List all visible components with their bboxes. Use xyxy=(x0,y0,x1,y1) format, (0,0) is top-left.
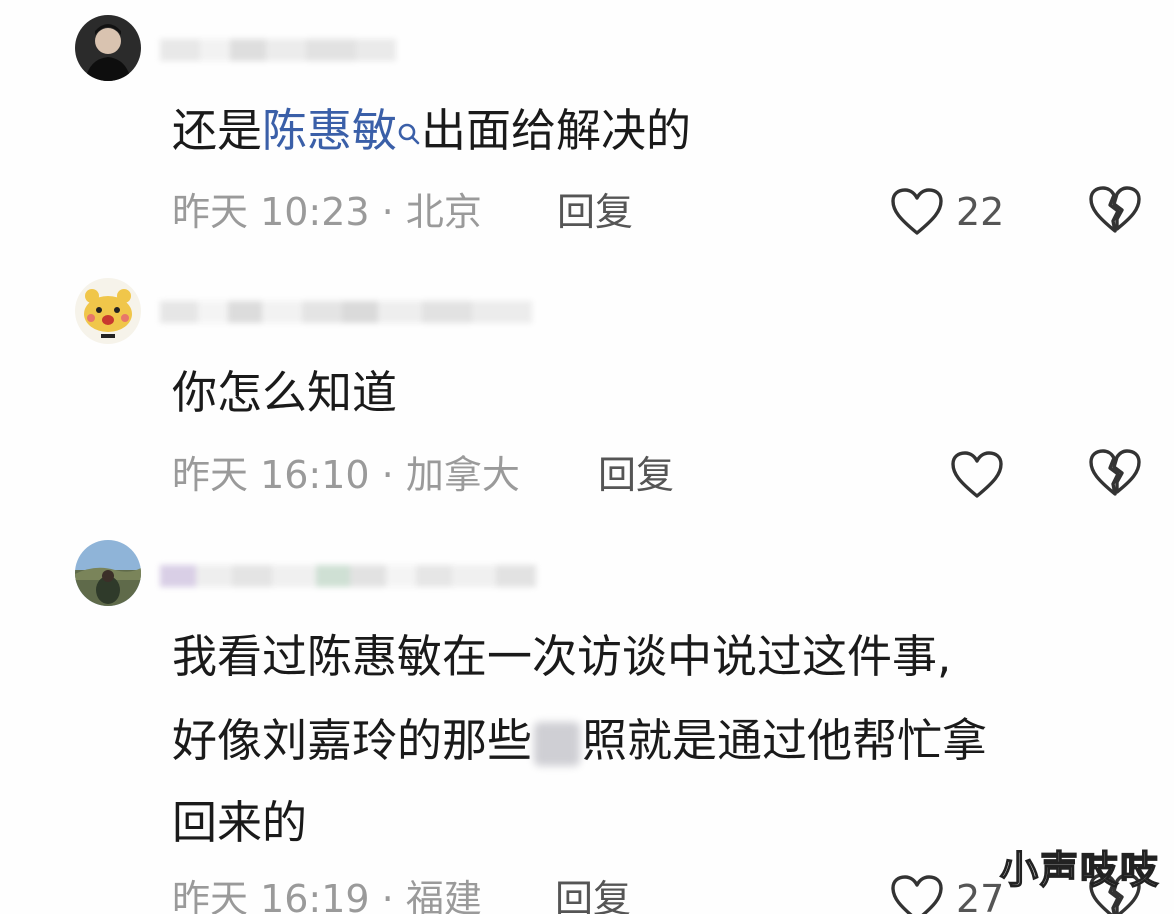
comment-text-line: 回来的 xyxy=(172,796,308,849)
comment-list-screen: 还是陈惠敏 出面给解决的 昨天 10:23 · 北京 回复 22 你怎么知道 昨… xyxy=(0,0,1174,914)
like-button[interactable]: 27 xyxy=(890,872,1004,914)
comment-meta: 昨天 16:19 · 福建 xyxy=(172,877,482,914)
avatar[interactable] xyxy=(75,278,141,344)
heart-icon xyxy=(891,875,943,914)
comment-text: 你怎么知道 xyxy=(172,366,398,419)
comment-text-line: 好像刘嘉玲的那些 照就是通过他帮忙拿 xyxy=(172,706,987,775)
comment-text-part: 出面给解决的 xyxy=(421,104,692,157)
comment-text-part: 好像刘嘉玲的那些 xyxy=(172,714,533,767)
comment-meta: 昨天 16:10 · 加拿大 xyxy=(172,453,520,497)
search-icon xyxy=(397,100,421,145)
heart-icon xyxy=(951,451,1003,498)
dislike-button[interactable] xyxy=(1088,448,1142,502)
username-redacted xyxy=(160,292,532,332)
username-redacted xyxy=(160,30,396,70)
keyword-link[interactable]: 陈惠敏 xyxy=(262,104,421,157)
avatar[interactable] xyxy=(75,15,141,81)
like-button[interactable] xyxy=(950,448,1004,502)
dislike-button[interactable] xyxy=(1088,185,1142,239)
comment-text-part: 还是 xyxy=(172,104,263,157)
like-count: 22 xyxy=(956,190,1005,234)
username-redacted xyxy=(160,556,536,596)
broken-heart-icon xyxy=(1089,186,1141,233)
comment-text-line: 我看过陈惠敏在一次访谈中说过这件事, xyxy=(172,630,952,683)
reply-button[interactable]: 回复 xyxy=(555,874,631,914)
avatar[interactable] xyxy=(75,540,141,606)
keyword-link-label: 陈惠敏 xyxy=(262,104,398,157)
comment-meta: 昨天 10:23 · 北京 xyxy=(172,190,482,234)
like-button[interactable]: 22 xyxy=(890,185,1004,239)
censored-word xyxy=(534,722,581,766)
like-count: 27 xyxy=(956,877,1005,914)
watermark: 小声吱吱 xyxy=(999,847,1160,893)
comment-text: 还是陈惠敏 出面给解决的 xyxy=(172,96,691,165)
reply-button[interactable]: 回复 xyxy=(557,187,633,237)
reply-button[interactable]: 回复 xyxy=(598,450,674,500)
heart-icon xyxy=(891,188,943,235)
comment-text-part: 照就是通过他帮忙拿 xyxy=(582,714,988,767)
broken-heart-icon xyxy=(1089,449,1141,496)
